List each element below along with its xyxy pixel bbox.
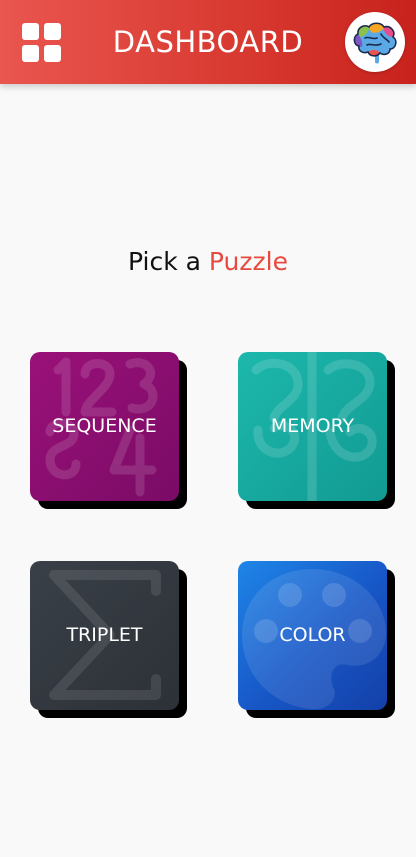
triplet-tile: TRIPLET: [30, 561, 179, 710]
triplet-puzzle-button[interactable]: TRIPLET: [30, 561, 187, 718]
memory-puzzle-button[interactable]: MEMORY: [238, 352, 395, 509]
app-bar: DASHBOARD: [0, 0, 416, 84]
heading-prefix: Pick a: [128, 247, 201, 276]
memory-tile: MEMORY: [238, 352, 387, 501]
brain-icon[interactable]: [345, 12, 405, 72]
heading-accent: Puzzle: [208, 247, 288, 276]
triplet-label: TRIPLET: [66, 624, 143, 646]
color-label: COLOR: [279, 624, 346, 646]
memory-label: MEMORY: [270, 415, 355, 437]
sequence-tile: SEQUENCE: [30, 352, 179, 501]
sequence-puzzle-button[interactable]: SEQUENCE: [30, 352, 187, 509]
color-tile: COLOR: [238, 561, 387, 710]
pick-puzzle-heading: Pick a Puzzle: [0, 246, 416, 278]
sequence-label: SEQUENCE: [52, 415, 157, 437]
color-puzzle-button[interactable]: COLOR: [238, 561, 395, 718]
